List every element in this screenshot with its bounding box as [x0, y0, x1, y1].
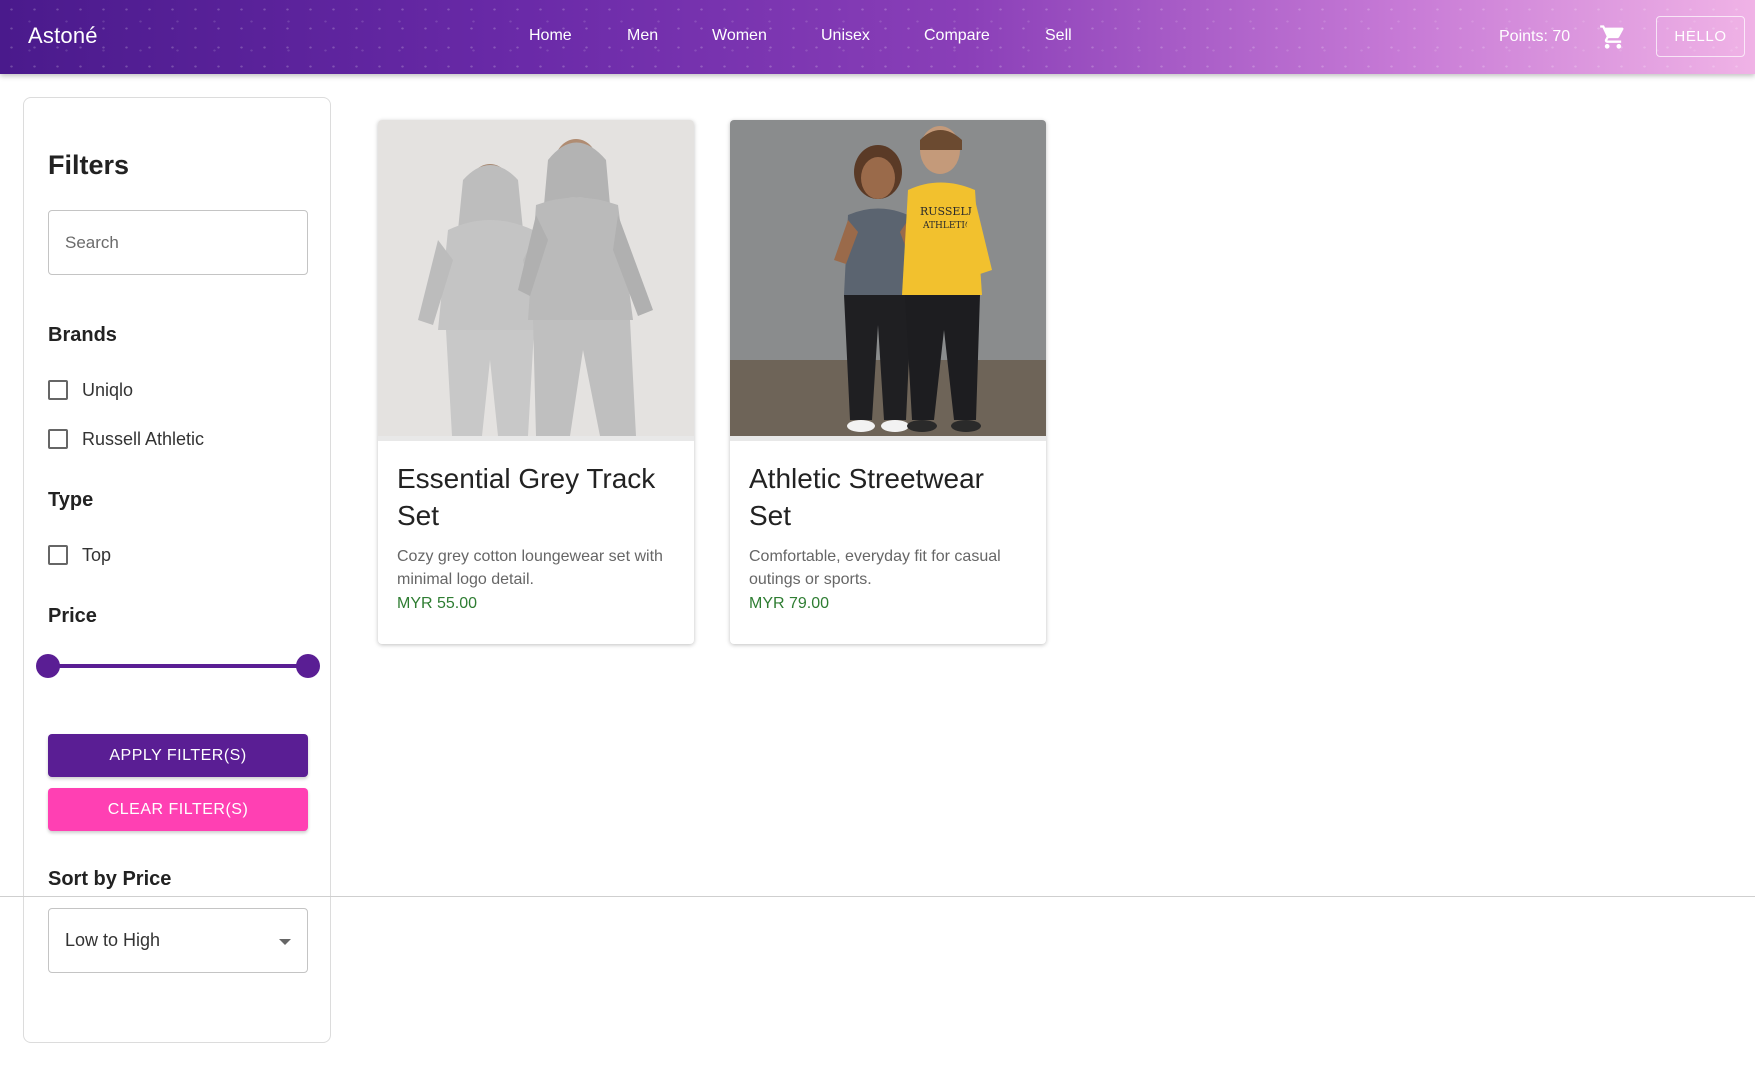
filters-panel: Filters Brands Uniqlo Russell Athletic T…	[23, 97, 331, 1043]
dropdown-arrow-icon	[279, 939, 291, 945]
type-label: Top	[82, 544, 112, 565]
sort-select[interactable]: Low to High	[48, 908, 308, 973]
svg-text:RUSSELL: RUSSELL	[920, 205, 976, 218]
brand-label: Uniqlo	[82, 379, 134, 400]
product-card[interactable]: Essential Grey Track Set Cozy grey cotto…	[378, 120, 694, 644]
price-range-slider[interactable]	[36, 653, 320, 679]
shopping-cart-icon[interactable]	[1599, 23, 1627, 51]
image-divider	[730, 436, 1046, 441]
checkbox-box[interactable]	[48, 545, 68, 565]
type-heading: Type	[48, 489, 94, 511]
points-display: Points: 70	[1499, 28, 1571, 45]
nav-unisex[interactable]: Unisex	[821, 27, 870, 45]
price-heading: Price	[48, 605, 97, 627]
nav-sell[interactable]: Sell	[1045, 27, 1072, 45]
product-card[interactable]: RUSSELL ATHLETIC Athletic Streetwear Set…	[730, 120, 1046, 644]
nav-home[interactable]: Home	[529, 27, 572, 45]
brand-checkbox-uniqlo[interactable]: Uniqlo	[48, 378, 133, 402]
product-title[interactable]: Athletic Streetwear Set	[749, 460, 1029, 534]
slider-thumb-max[interactable]	[296, 654, 320, 678]
user-menu-button[interactable]: HELLO	[1656, 16, 1745, 57]
checkbox-box[interactable]	[48, 380, 68, 400]
app-bar: Astoné Home Men Women Unisex Compare Sel…	[0, 0, 1755, 74]
product-description: Comfortable, everyday fit for casual out…	[749, 548, 1001, 588]
product-image[interactable]	[378, 120, 694, 436]
type-checkbox-top[interactable]: Top	[48, 543, 111, 567]
nav-men[interactable]: Men	[627, 27, 658, 45]
slider-track[interactable]	[48, 664, 308, 668]
page-divider	[0, 896, 1755, 897]
brands-heading: Brands	[48, 324, 117, 346]
filters-title: Filters	[48, 150, 130, 180]
product-title[interactable]: Essential Grey Track Set	[397, 460, 677, 534]
product-description: Cozy grey cotton loungewear set with min…	[397, 548, 663, 588]
image-divider	[378, 436, 694, 441]
clear-filters-button[interactable]: CLEAR FILTER(S)	[48, 788, 308, 831]
search-input[interactable]	[48, 210, 308, 275]
sort-heading: Sort by Price	[48, 868, 172, 890]
product-image[interactable]: RUSSELL ATHLETIC	[730, 120, 1046, 436]
apply-filters-button[interactable]: APPLY FILTER(S)	[48, 734, 308, 777]
sort-select-value: Low to High	[65, 930, 161, 950]
nav-women[interactable]: Women	[712, 27, 767, 45]
product-price: MYR 55.00	[397, 595, 478, 612]
brand-label: Russell Athletic	[82, 428, 205, 449]
svg-text:ATHLETIC: ATHLETIC	[922, 221, 972, 231]
main-nav: Home Men Women Unisex Compare Sell	[0, 27, 1755, 49]
nav-compare[interactable]: Compare	[924, 27, 990, 45]
slider-thumb-min[interactable]	[36, 654, 60, 678]
brand-checkbox-russell-athletic[interactable]: Russell Athletic	[48, 427, 204, 451]
product-price: MYR 79.00	[749, 595, 830, 612]
checkbox-box[interactable]	[48, 429, 68, 449]
